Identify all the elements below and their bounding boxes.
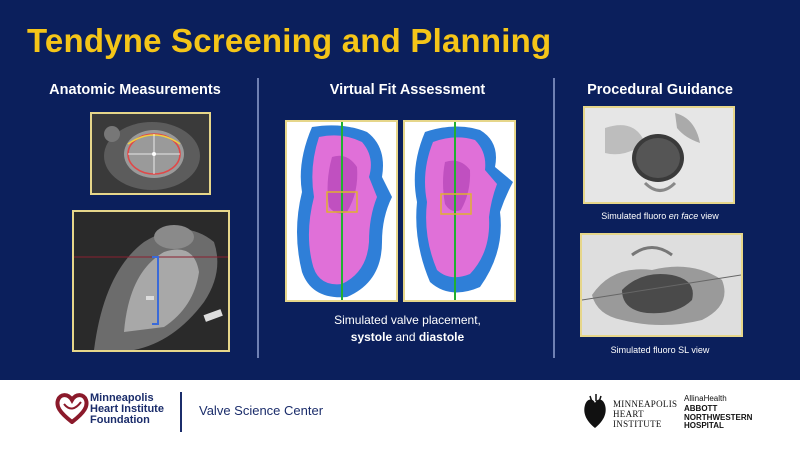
heading-procedural: Procedural Guidance xyxy=(587,82,733,98)
caption1-em: en face xyxy=(668,211,699,221)
column-divider-left xyxy=(257,78,259,358)
mhi-name: Minneapolis Heart Institute xyxy=(613,399,677,429)
mhif-name: Minneapolis Heart Institute Foundation xyxy=(90,393,164,426)
virtual-fit-caption: Simulated valve placement, systole and d… xyxy=(290,312,525,346)
virtual-fit-systole-image xyxy=(285,120,398,302)
heart-model-systole-graphic xyxy=(297,122,392,300)
fluoro-sl-graphic xyxy=(582,235,741,335)
virtual-fit-caption-line2: systole and diastole xyxy=(290,329,525,346)
mhi-line3: Institute xyxy=(613,419,662,429)
valve-science-center-label: Valve Science Center xyxy=(199,403,324,418)
mhif-heart-logo-icon xyxy=(55,393,89,424)
virtual-fit-diastole-image xyxy=(403,120,516,302)
fluoro-sl-caption: Simulated fluoro SL view xyxy=(610,345,710,355)
slide-background: Tendyne Screening and Planning Anatomic … xyxy=(0,0,800,380)
ct-short-axis-image xyxy=(90,112,211,195)
mhi-line1: Minneapolis xyxy=(613,399,678,409)
mhi-heart-logo-icon xyxy=(584,394,606,428)
column-divider-right xyxy=(553,78,555,358)
diastole-label: diastole xyxy=(418,330,465,344)
caption1-post: view xyxy=(698,211,719,221)
heading-anatomic: Anatomic Measurements xyxy=(49,82,221,98)
slide-title: Tendyne Screening and Planning xyxy=(27,22,552,59)
ct-long-axis-image xyxy=(72,210,230,352)
virtual-fit-caption-line1: Simulated valve placement, xyxy=(334,313,481,327)
caption1-pre: Simulated fluoro xyxy=(601,211,669,221)
fluoro-en-face-image xyxy=(583,106,735,204)
allina-health-label: AllinaHealth xyxy=(684,394,727,403)
heart-model-diastole-graphic xyxy=(414,122,513,300)
fluoro-en-face-graphic xyxy=(585,108,733,202)
fluoro-sl-image xyxy=(580,233,743,337)
mhi-line2: Heart xyxy=(613,409,644,419)
abbott-line3: HOSPITAL xyxy=(684,421,724,430)
systole-label: systole xyxy=(350,330,393,344)
ct-short-axis-graphic xyxy=(92,114,209,193)
abbott-northwestern-name: ABBOTT NORTHWESTERN HOSPITAL xyxy=(684,404,752,431)
fluoro-en-face-caption: Simulated fluoro en face view xyxy=(575,211,745,221)
heading-virtual-fit: Virtual Fit Assessment xyxy=(329,82,486,98)
ct-long-axis-graphic xyxy=(74,212,228,350)
footer-divider xyxy=(180,392,182,432)
mhif-line3: Foundation xyxy=(90,414,150,426)
and-label: and xyxy=(392,330,419,344)
